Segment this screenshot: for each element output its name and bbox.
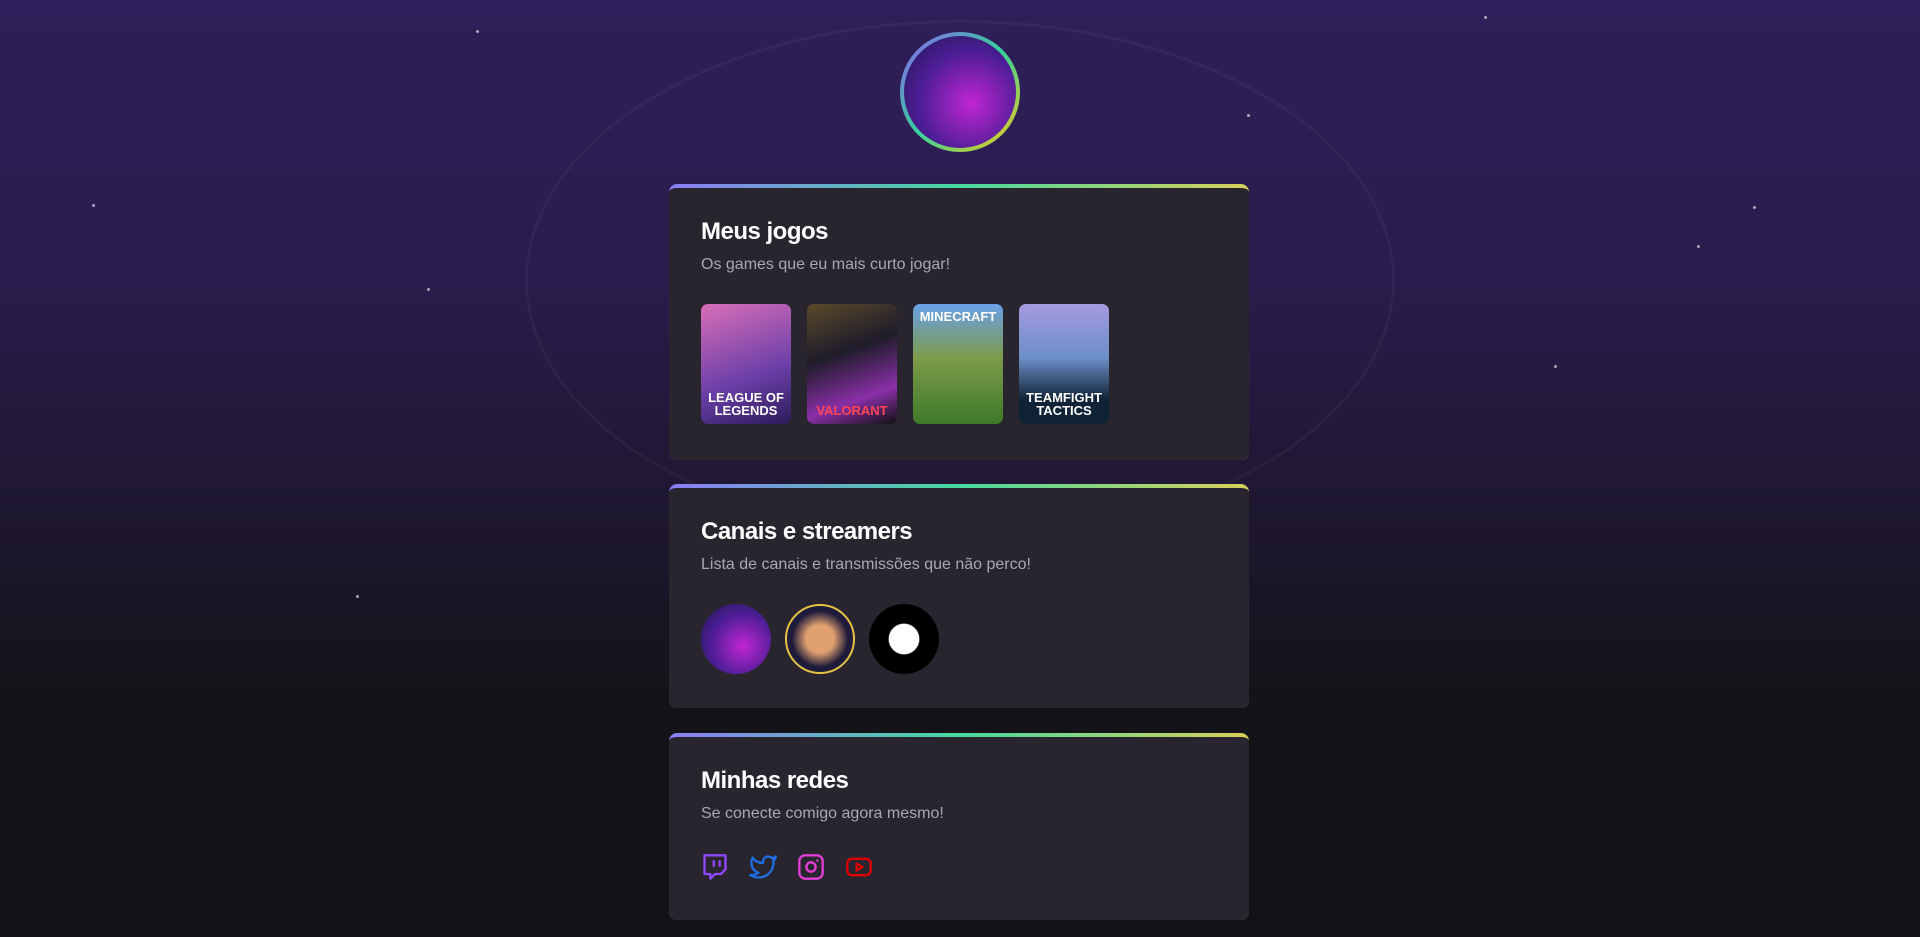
game-label: LEAGUE OF LEGENDS (708, 389, 784, 419)
twitch-link[interactable] (701, 853, 729, 886)
star (1484, 16, 1487, 19)
twitter-icon (749, 855, 777, 879)
section-title: Minhas redes (701, 767, 849, 794)
profile-avatar (900, 32, 1020, 152)
channel-avatar[interactable] (785, 604, 855, 674)
game-league-of-legends[interactable]: LEAGUE OF LEGENDS (701, 304, 791, 424)
game-label: MINECRAFT (919, 309, 997, 324)
star (1753, 206, 1756, 209)
game-teamfight-tactics[interactable]: TEAMFIGHT TACTICS (1019, 304, 1109, 424)
channel-avatar[interactable] (869, 604, 939, 674)
games-card: Meus jogos Os games que eu mais curto jo… (669, 184, 1249, 460)
star (1554, 365, 1557, 368)
instagram-link[interactable] (797, 853, 825, 886)
twitter-link[interactable] (749, 853, 777, 886)
star (476, 30, 479, 33)
twitch-icon (703, 854, 727, 880)
section-title: Meus jogos (701, 218, 829, 245)
game-minecraft[interactable]: MINECRAFT (913, 304, 1003, 424)
channel-avatar[interactable] (701, 604, 771, 674)
section-subtitle: Lista de canais e transmissões que não p… (701, 556, 1031, 573)
star (427, 288, 430, 291)
game-valorant[interactable]: VALORANT (807, 304, 897, 424)
section-subtitle: Se conecte comigo agora mesmo! (701, 805, 944, 822)
game-label: TEAMFIGHT TACTICS (1026, 389, 1102, 419)
socials-card: Minhas redes Se conecte comigo agora mes… (669, 733, 1249, 920)
star (1247, 114, 1250, 117)
star (356, 595, 359, 598)
section-subtitle: Os games que eu mais curto jogar! (701, 256, 951, 273)
youtube-icon (846, 857, 872, 877)
star (92, 204, 95, 207)
instagram-icon (798, 854, 824, 880)
game-label: VALORANT (816, 403, 888, 419)
star (1697, 245, 1700, 248)
youtube-link[interactable] (845, 853, 873, 886)
section-title: Canais e streamers (701, 518, 913, 545)
channels-card: Canais e streamers Lista de canais e tra… (669, 484, 1249, 708)
